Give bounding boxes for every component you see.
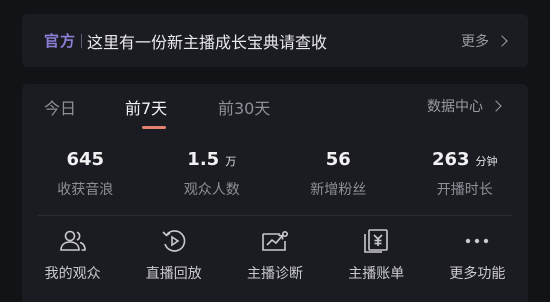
notice-message[interactable]: 这里有一份新主播成长宝典请查收	[87, 29, 461, 53]
quick-actions: 我的观众 直播回放 主播诊断 主播账单 更多功能	[22, 228, 528, 288]
diagnosis-icon	[259, 228, 291, 254]
stat-number: 645	[66, 149, 105, 170]
stat-value: 263 分钟	[402, 148, 529, 172]
action-streamer-bill[interactable]: 主播账单	[326, 228, 427, 288]
action-my-audience[interactable]: 我的观众	[22, 228, 123, 288]
action-label: 主播诊断	[247, 266, 303, 282]
stat-value: 645	[22, 148, 149, 172]
tab-last-30-days[interactable]: 前30天	[218, 95, 270, 119]
stat-value: 56	[275, 148, 402, 172]
section-divider	[38, 215, 512, 216]
action-live-replay[interactable]: 直播回放	[123, 228, 224, 288]
stat-label: 观众人数	[183, 182, 240, 198]
stat-item[interactable]: 263 分钟 开播时长	[402, 148, 529, 198]
notice-more-link[interactable]: 更多	[461, 31, 508, 51]
stat-item[interactable]: 645 收获音浪	[22, 148, 149, 198]
tab-today[interactable]: 今日	[44, 95, 76, 119]
action-streamer-diagnosis[interactable]: 主播诊断	[224, 228, 325, 288]
audience-icon	[57, 228, 89, 254]
official-badge: 官方	[44, 32, 77, 50]
stat-item[interactable]: 1.5 万 观众人数	[149, 148, 276, 198]
badge-divider	[81, 33, 83, 48]
data-center-link[interactable]: 数据中心	[427, 96, 502, 116]
stat-number: 263	[431, 149, 470, 170]
bill-icon	[360, 228, 392, 254]
action-label: 直播回放	[145, 266, 202, 282]
stat-item[interactable]: 56 新增粉丝	[275, 148, 402, 198]
chevron-right-icon	[496, 34, 508, 47]
live-dashboard: 官方 这里有一份新主播成长宝典请查收 更多 今日 前7天 前30天 数据中心 6…	[0, 0, 550, 302]
stat-number: 1.5	[187, 149, 220, 170]
active-tab-indicator	[142, 126, 166, 129]
period-tabs: 今日 前7天 前30天 数据中心	[22, 84, 528, 130]
stat-label: 开播时长	[436, 182, 493, 198]
notice-more-label: 更多	[461, 33, 489, 50]
replay-icon	[158, 228, 190, 254]
action-label: 我的观众	[44, 266, 101, 282]
stat-unit: 分钟	[475, 155, 498, 168]
stat-label: 新增粉丝	[310, 182, 367, 198]
tab-last-7-days[interactable]: 前7天	[125, 95, 167, 119]
more-dots-icon	[461, 228, 493, 254]
action-more-features[interactable]: 更多功能	[427, 228, 528, 288]
live-data-card: 今日 前7天 前30天 数据中心 645 收获音浪 1.5 万 观众人数 56 新…	[22, 84, 528, 302]
action-label: 主播账单	[348, 266, 405, 282]
stat-unit: 万	[225, 155, 237, 168]
action-label: 更多功能	[449, 266, 506, 282]
official-notice-banner[interactable]: 官方 这里有一份新主播成长宝典请查收 更多	[22, 14, 528, 67]
chevron-right-icon	[490, 100, 502, 112]
data-center-label: 数据中心	[427, 99, 483, 115]
stat-number: 56	[325, 149, 351, 170]
stat-label: 收获音浪	[57, 182, 114, 198]
stats-row: 645 收获音浪 1.5 万 观众人数 56 新增粉丝 263 分钟 开播时长	[22, 148, 528, 198]
stat-value: 1.5 万	[149, 148, 276, 172]
